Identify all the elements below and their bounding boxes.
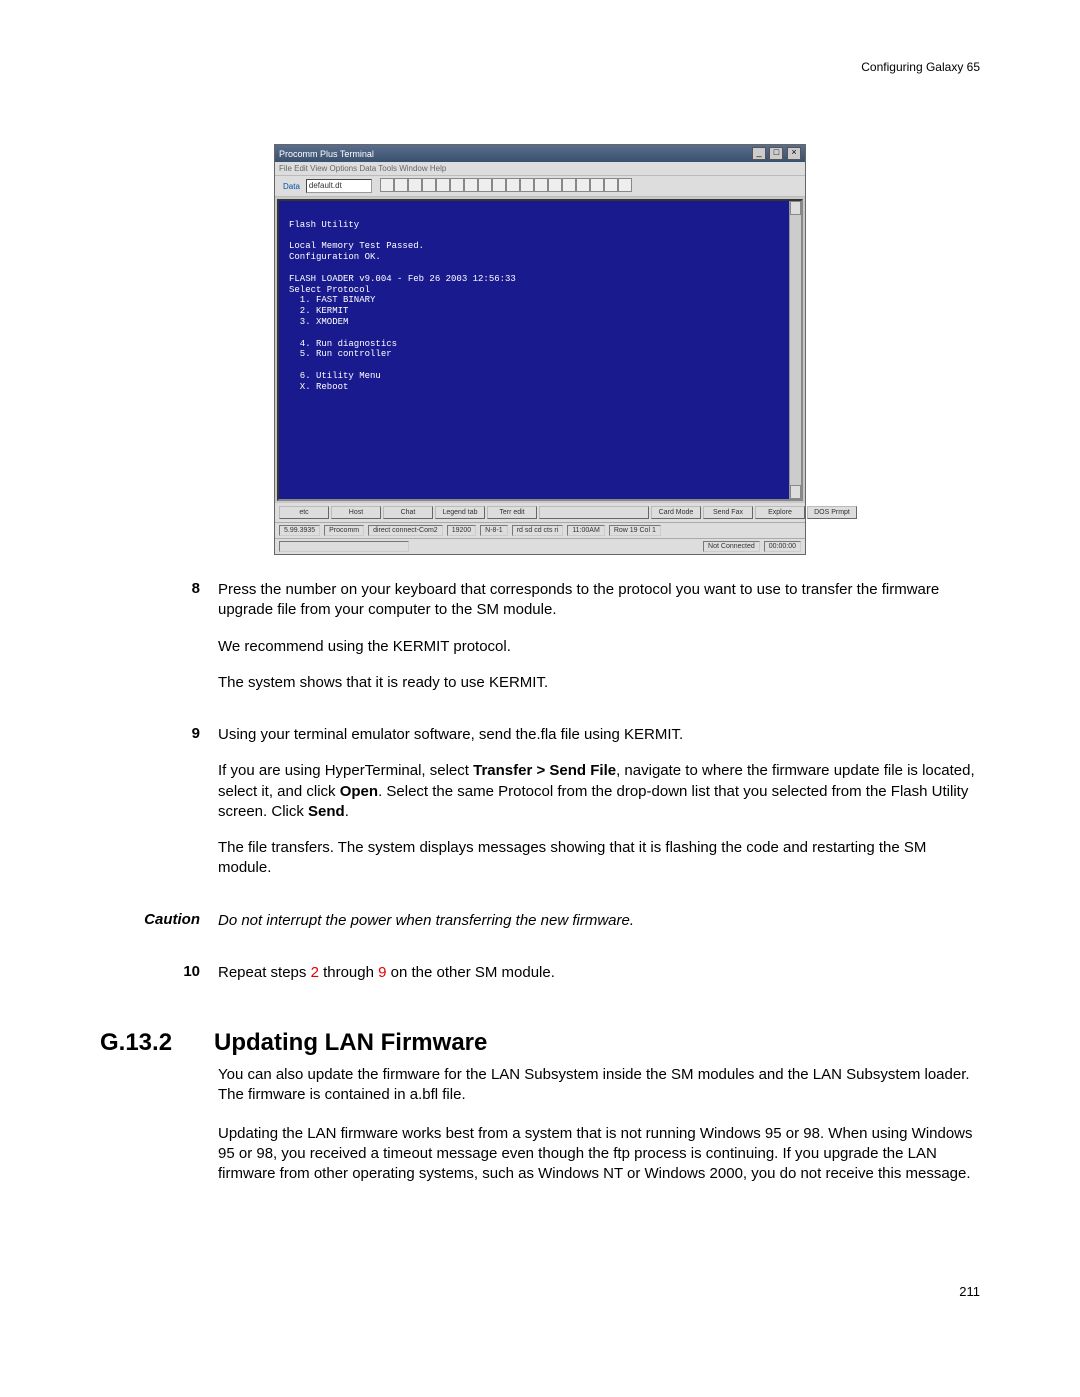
btn-11: DOS Prmpt bbox=[807, 506, 857, 519]
step-body: Repeat steps 2 through 9 on the other SM… bbox=[218, 963, 980, 999]
caution-row: Caution Do not interrupt the power when … bbox=[100, 911, 980, 947]
status-7: Row 19 Col 1 bbox=[609, 525, 661, 536]
button-name: Open bbox=[340, 783, 378, 800]
window-title: Procomm Plus Terminal bbox=[279, 149, 374, 159]
maximize-icon: □ bbox=[769, 147, 783, 160]
status-5: rd sd cd cts ri bbox=[512, 525, 564, 536]
menubar: File Edit View Options Data Tools Window… bbox=[275, 162, 805, 175]
btn-8: Card Mode bbox=[651, 506, 701, 519]
status-bar: 5.99.3935 Procomm direct connect-Com2 19… bbox=[275, 522, 805, 538]
toolbar: Data default.dt bbox=[275, 175, 805, 197]
text: on the other SM module. bbox=[386, 964, 554, 981]
status-time: 00:00:00 bbox=[764, 541, 801, 552]
btn-4: Terr edit bbox=[487, 506, 537, 519]
text: Repeat steps bbox=[218, 964, 311, 981]
caution-label: Caution bbox=[100, 911, 218, 947]
status-1: Procomm bbox=[324, 525, 364, 536]
status-0: 5.99.3935 bbox=[279, 525, 320, 536]
step-8: 8 Press the number on your keyboard that… bbox=[100, 580, 980, 709]
step8-p3: The system shows that it is ready to use… bbox=[218, 673, 980, 693]
terminal-text: Flash Utility Local Memory Test Passed. … bbox=[289, 220, 516, 392]
btn-9: Send Fax bbox=[703, 506, 753, 519]
menu-path: Transfer > Send File bbox=[473, 762, 616, 779]
step-10: 10 Repeat steps 2 through 9 on the other… bbox=[100, 963, 980, 999]
step-body: Press the number on your keyboard that c… bbox=[218, 580, 980, 709]
section-heading: G.13.2 Updating LAN Firmware bbox=[100, 1029, 980, 1057]
button-name: Send bbox=[308, 803, 345, 820]
terminal-screenshot: Procomm Plus Terminal _ □ × File Edit Vi… bbox=[274, 144, 806, 555]
step-9: 9 Using your terminal emulator software,… bbox=[100, 725, 980, 895]
toolbar-label: Data bbox=[279, 182, 304, 191]
btn-2: Chat bbox=[383, 506, 433, 519]
step-number: 10 bbox=[100, 963, 218, 999]
toolbar-combo: default.dt bbox=[306, 179, 372, 193]
step10-text: Repeat steps 2 through 9 on the other SM… bbox=[218, 963, 980, 983]
step-number: 8 bbox=[100, 580, 218, 709]
step9-p1: Using your terminal emulator software, s… bbox=[218, 725, 980, 745]
caution-text: Do not interrupt the power when transfer… bbox=[218, 911, 980, 931]
section-title: Updating LAN Firmware bbox=[214, 1029, 487, 1057]
button-bar: etc Host Chat Legend tab Terr edit Card … bbox=[275, 503, 805, 522]
step8-p2: We recommend using the KERMIT protocol. bbox=[218, 637, 980, 657]
window-controls: _ □ × bbox=[751, 147, 801, 160]
btn-0: etc bbox=[279, 506, 329, 519]
status-6: 11:00AM bbox=[567, 525, 605, 536]
minimize-icon: _ bbox=[752, 147, 766, 160]
text: If you are using HyperTerminal, select bbox=[218, 762, 473, 779]
terminal-pane: Flash Utility Local Memory Test Passed. … bbox=[277, 199, 803, 501]
window-titlebar: Procomm Plus Terminal _ □ × bbox=[275, 145, 805, 162]
section-p2: Updating the LAN firmware works best fro… bbox=[218, 1124, 980, 1185]
step9-p2: If you are using HyperTerminal, select T… bbox=[218, 761, 980, 822]
step9-p3: The file transfers. The system displays … bbox=[218, 838, 980, 879]
btn-1: Host bbox=[331, 506, 381, 519]
emphasis: not bbox=[621, 1125, 642, 1142]
step-ref: 2 bbox=[311, 964, 319, 981]
text: . bbox=[345, 803, 349, 820]
text: through bbox=[319, 964, 378, 981]
status-4: N-8-1 bbox=[480, 525, 508, 536]
section-p1: You can also update the firmware for the… bbox=[218, 1065, 980, 1106]
step-body: Using your terminal emulator software, s… bbox=[218, 725, 980, 895]
caution-body: Do not interrupt the power when transfer… bbox=[218, 911, 980, 947]
toolbar-icon-group bbox=[380, 178, 632, 194]
status-2: direct connect-Com2 bbox=[368, 525, 443, 536]
status-conn: Not Connected bbox=[703, 541, 760, 552]
section-number: G.13.2 bbox=[100, 1029, 190, 1057]
text: Updating the LAN firmware works best fro… bbox=[218, 1125, 621, 1142]
btn-3: Legend tab bbox=[435, 506, 485, 519]
status-bar-2: Not Connected 00:00:00 bbox=[275, 538, 805, 554]
btn-5 bbox=[539, 506, 649, 519]
page-footer: 211 bbox=[100, 1284, 980, 1299]
btn-10: Explore bbox=[755, 506, 805, 519]
page-header: Configuring Galaxy 65 bbox=[100, 60, 980, 74]
step8-p1: Press the number on your keyboard that c… bbox=[218, 580, 980, 621]
step-number: 9 bbox=[100, 725, 218, 895]
scrollbar bbox=[789, 201, 801, 499]
status-3: 19200 bbox=[447, 525, 476, 536]
close-icon: × bbox=[787, 147, 801, 160]
